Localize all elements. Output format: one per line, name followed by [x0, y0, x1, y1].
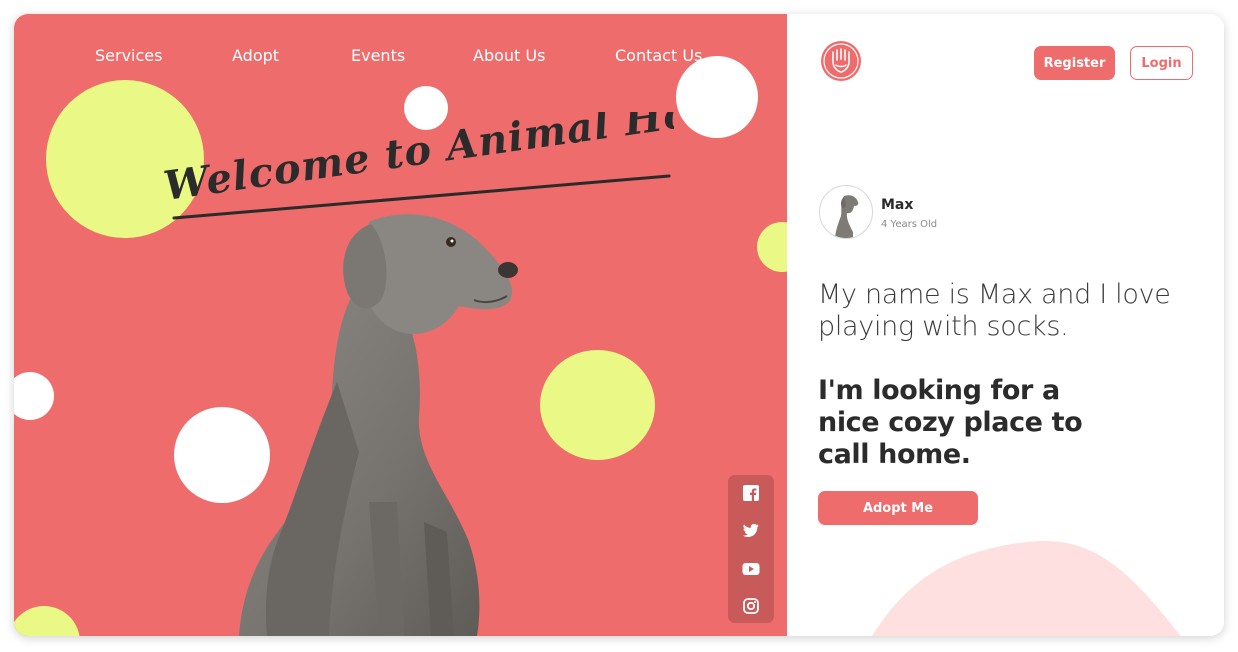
welcome-text: Welcome to Animal House!	[161, 112, 674, 210]
nav-events[interactable]: Events	[351, 46, 405, 65]
nav-contact-us[interactable]: Contact Us	[615, 46, 702, 65]
pet-headline: I'm looking for a nice cozy place to cal…	[818, 375, 1083, 470]
hero-panel: Services Adopt Events About Us Contact U…	[14, 14, 787, 636]
facebook-icon[interactable]	[741, 483, 761, 503]
pet-avatar	[819, 185, 873, 239]
youtube-icon[interactable]	[741, 559, 761, 579]
social-sidebar	[728, 475, 774, 623]
login-button[interactable]: Login	[1130, 46, 1193, 80]
app-frame: Services Adopt Events About Us Contact U…	[14, 14, 1224, 636]
adopt-me-button[interactable]: Adopt Me	[818, 491, 978, 525]
hands-logo-icon[interactable]	[820, 40, 862, 82]
pet-name: Max	[881, 197, 914, 213]
decor-yellow-circle	[757, 222, 787, 272]
nav-about-us[interactable]: About Us	[473, 46, 545, 65]
nav-services[interactable]: Services	[95, 46, 162, 65]
decor-yellow-circle	[14, 606, 80, 636]
pet-intro: My name is Max and I love playing with s…	[818, 279, 1171, 342]
register-button[interactable]: Register	[1034, 46, 1115, 80]
decor-blob	[871, 541, 1181, 636]
decor-white-circle	[676, 56, 758, 138]
twitter-icon[interactable]	[741, 521, 761, 541]
instagram-icon[interactable]	[741, 596, 761, 616]
nav-adopt[interactable]: Adopt	[232, 46, 279, 65]
main-nav: Services Adopt Events About Us Contact U…	[14, 46, 787, 68]
pet-age: 4 Years Old	[881, 219, 938, 230]
info-panel: Register Login Max 4 Years Old My name i…	[787, 14, 1224, 636]
dog-photo	[239, 214, 518, 636]
decor-white-circle	[14, 372, 54, 420]
decor-yellow-circle	[540, 350, 655, 460]
